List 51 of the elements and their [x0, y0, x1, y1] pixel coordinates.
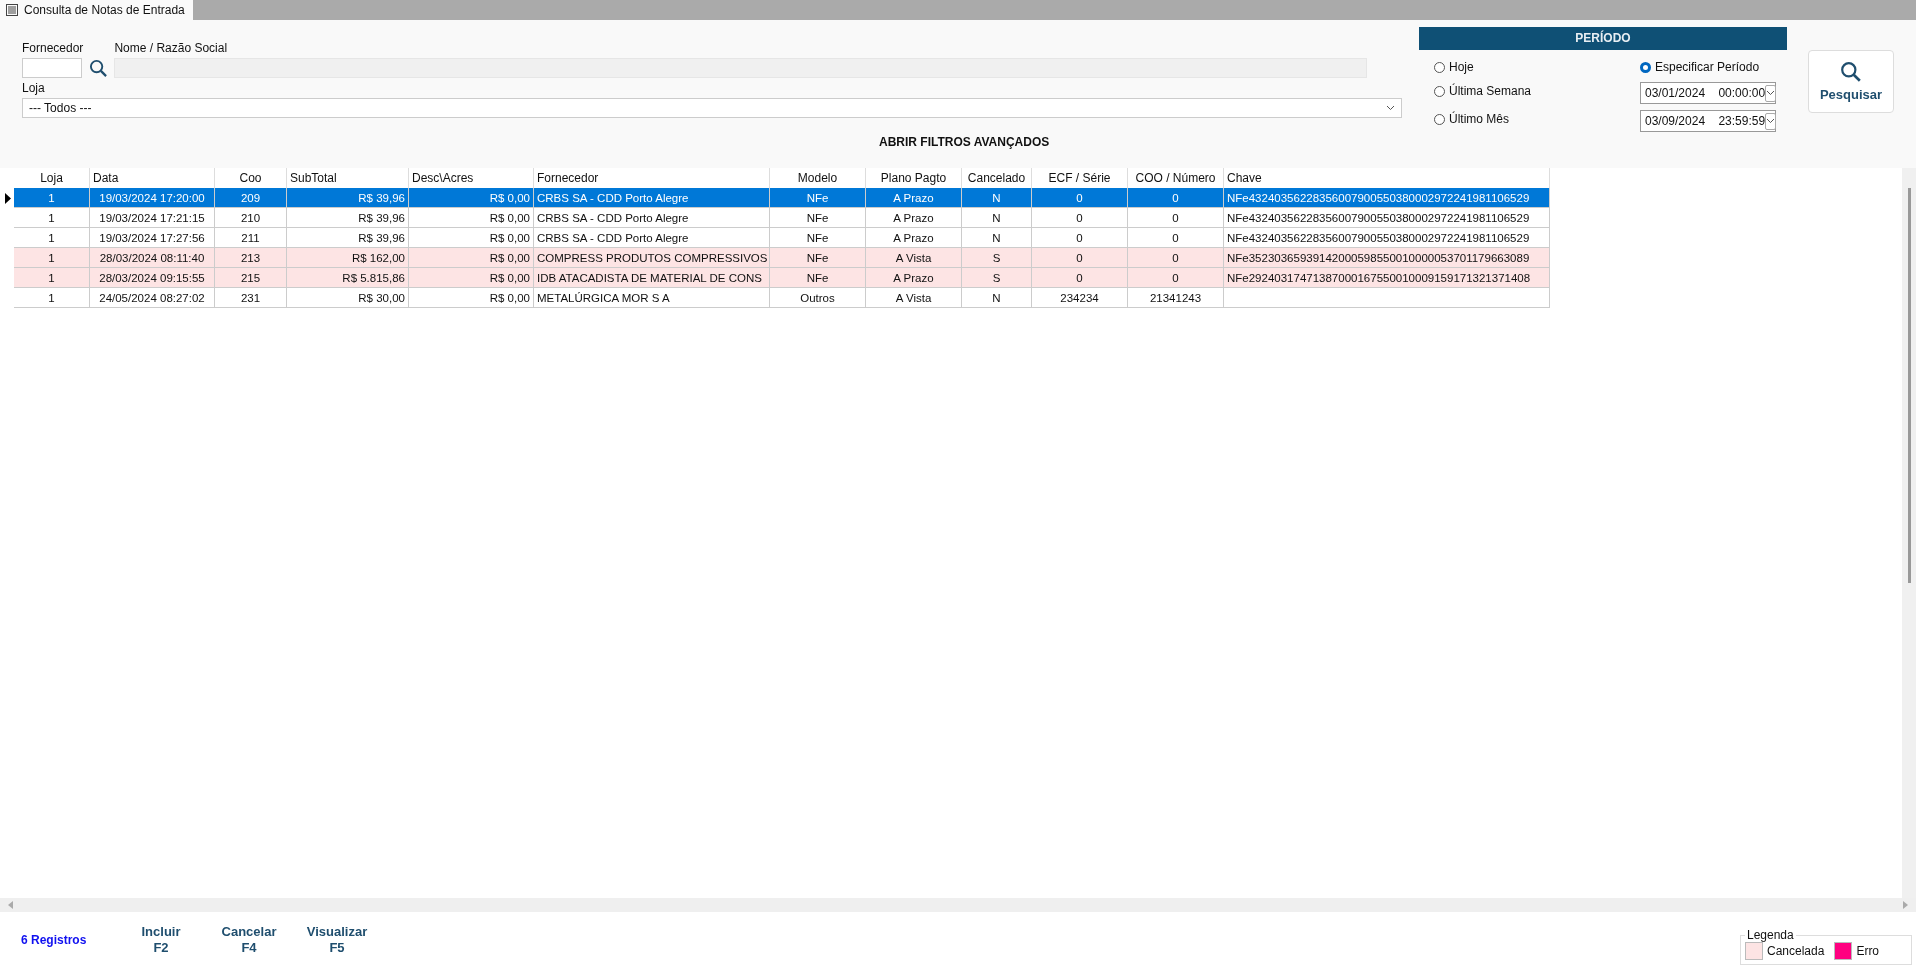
advanced-filters-link[interactable]: ABRIR FILTROS AVANÇADOS: [879, 135, 1050, 149]
dropdown-caret-icon[interactable]: [1766, 118, 1776, 124]
table-row[interactable]: 1 24/05/2024 08:27:02 231 R$ 30,00 R$ 0,00 METALÚRGICA MOR S A Outros A Vista N 234234 21341243: [14, 288, 1550, 308]
field-label: Loja: [22, 81, 46, 96]
table-cell: R$ 0,00: [409, 288, 534, 308]
radio-button[interactable]: [1640, 61, 1651, 73]
legend-title: Legenda: [1746, 928, 1795, 942]
table-cell: 24/05/2024 08:27:02: [90, 288, 215, 308]
search-button[interactable]: Pesquisar: [1808, 50, 1894, 113]
record-count: 6 Registros: [21, 933, 88, 947]
action-button[interactable]: Cancelar F4: [209, 924, 289, 956]
table-row[interactable]: 1 19/03/2024 17:21:15 210 R$ 39,96 R$ 0,00 CRBS SA - CDD Porto Alegre NFe A Prazo N 0 0 NFe43240356228356007900550380002972241981106529: [14, 208, 1550, 228]
action-button[interactable]: Visualizar F5: [297, 924, 377, 956]
date-field[interactable]: 03/09/2024 23:59:59: [1640, 110, 1776, 132]
table-cell: 231: [215, 288, 287, 308]
search-icon: [89, 59, 109, 78]
table-cell: A Vista: [866, 288, 962, 308]
vertical-scrollbar[interactable]: [1902, 168, 1916, 898]
radio-button[interactable]: [1434, 61, 1445, 73]
table-cell: 1: [14, 288, 90, 308]
table-row[interactable]: 1 19/03/2024 17:20:00 209 R$ 39,96 R$ 0,00 CRBS SA - CDD Porto Alegre NFe A Prazo N 0 0 NFe43240356228356007900550380002972241981106529: [14, 188, 1550, 208]
row-pointer-icon: [5, 193, 11, 204]
radio-option[interactable]: Último Mês: [1434, 110, 1640, 128]
table-cell: 21341243: [1128, 288, 1224, 308]
legend-label: Cancelada: [1767, 944, 1825, 958]
table-row[interactable]: 1 19/03/2024 17:27:56 211 R$ 39,96 R$ 0,00 CRBS SA - CDD Porto Alegre NFe A Prazo N 0 0 NFe43240356228356007900550380002972241981106529: [14, 228, 1550, 248]
legend-label: Erro: [1856, 944, 1880, 958]
radio-button[interactable]: [1434, 113, 1445, 125]
radio-option[interactable]: Última Semana: [1434, 82, 1640, 100]
dropdown-caret-icon[interactable]: [1766, 90, 1776, 96]
table-row[interactable]: 1 28/03/2024 08:11:40 213 R$ 162,00 R$ 0,00 COMPRESS PRODUTOS COMPRESSIVOS NFe A Vista S 0 0 NFe35230365939142000598550010000053701179663089: [14, 248, 1550, 268]
table-row[interactable]: 1 28/03/2024 09:15:55 215 R$ 5.815,86 R$ 0,00 IDB ATACADISTA DE MATERIAL DE CONS NFe A Prazo S 0 0 NFe29240317471387000167550010009159171321371408: [14, 268, 1550, 288]
supplier-code-field[interactable]: [22, 58, 82, 78]
table-cell: 234234: [1032, 288, 1128, 308]
list-icon: [6, 4, 18, 16]
field-label: Fornecedor: [22, 41, 84, 56]
radio-option[interactable]: Especificar Período: [1640, 58, 1787, 76]
date-field[interactable]: 03/01/2024 00:00:00: [1640, 82, 1776, 104]
window-tab[interactable]: Consulta de Notas de Entrada: [0, 0, 193, 20]
search-icon: [1840, 61, 1862, 83]
table-cell: N: [962, 288, 1032, 308]
table-cell: R$ 30,00: [287, 288, 409, 308]
dropdown-caret-icon[interactable]: [1386, 105, 1395, 111]
period-header: PERÍODO: [1419, 27, 1787, 50]
table-cell: METALÚRGICA MOR S A: [534, 288, 770, 308]
radio-button[interactable]: [1434, 85, 1445, 97]
field-label: Nome / Razão Social: [114, 41, 229, 56]
store-dropdown[interactable]: --- Todos ---: [22, 98, 1402, 118]
action-button[interactable]: Incluir F2: [121, 924, 201, 956]
radio-option[interactable]: Hoje: [1434, 58, 1640, 76]
table-cell: Outros: [770, 288, 866, 308]
